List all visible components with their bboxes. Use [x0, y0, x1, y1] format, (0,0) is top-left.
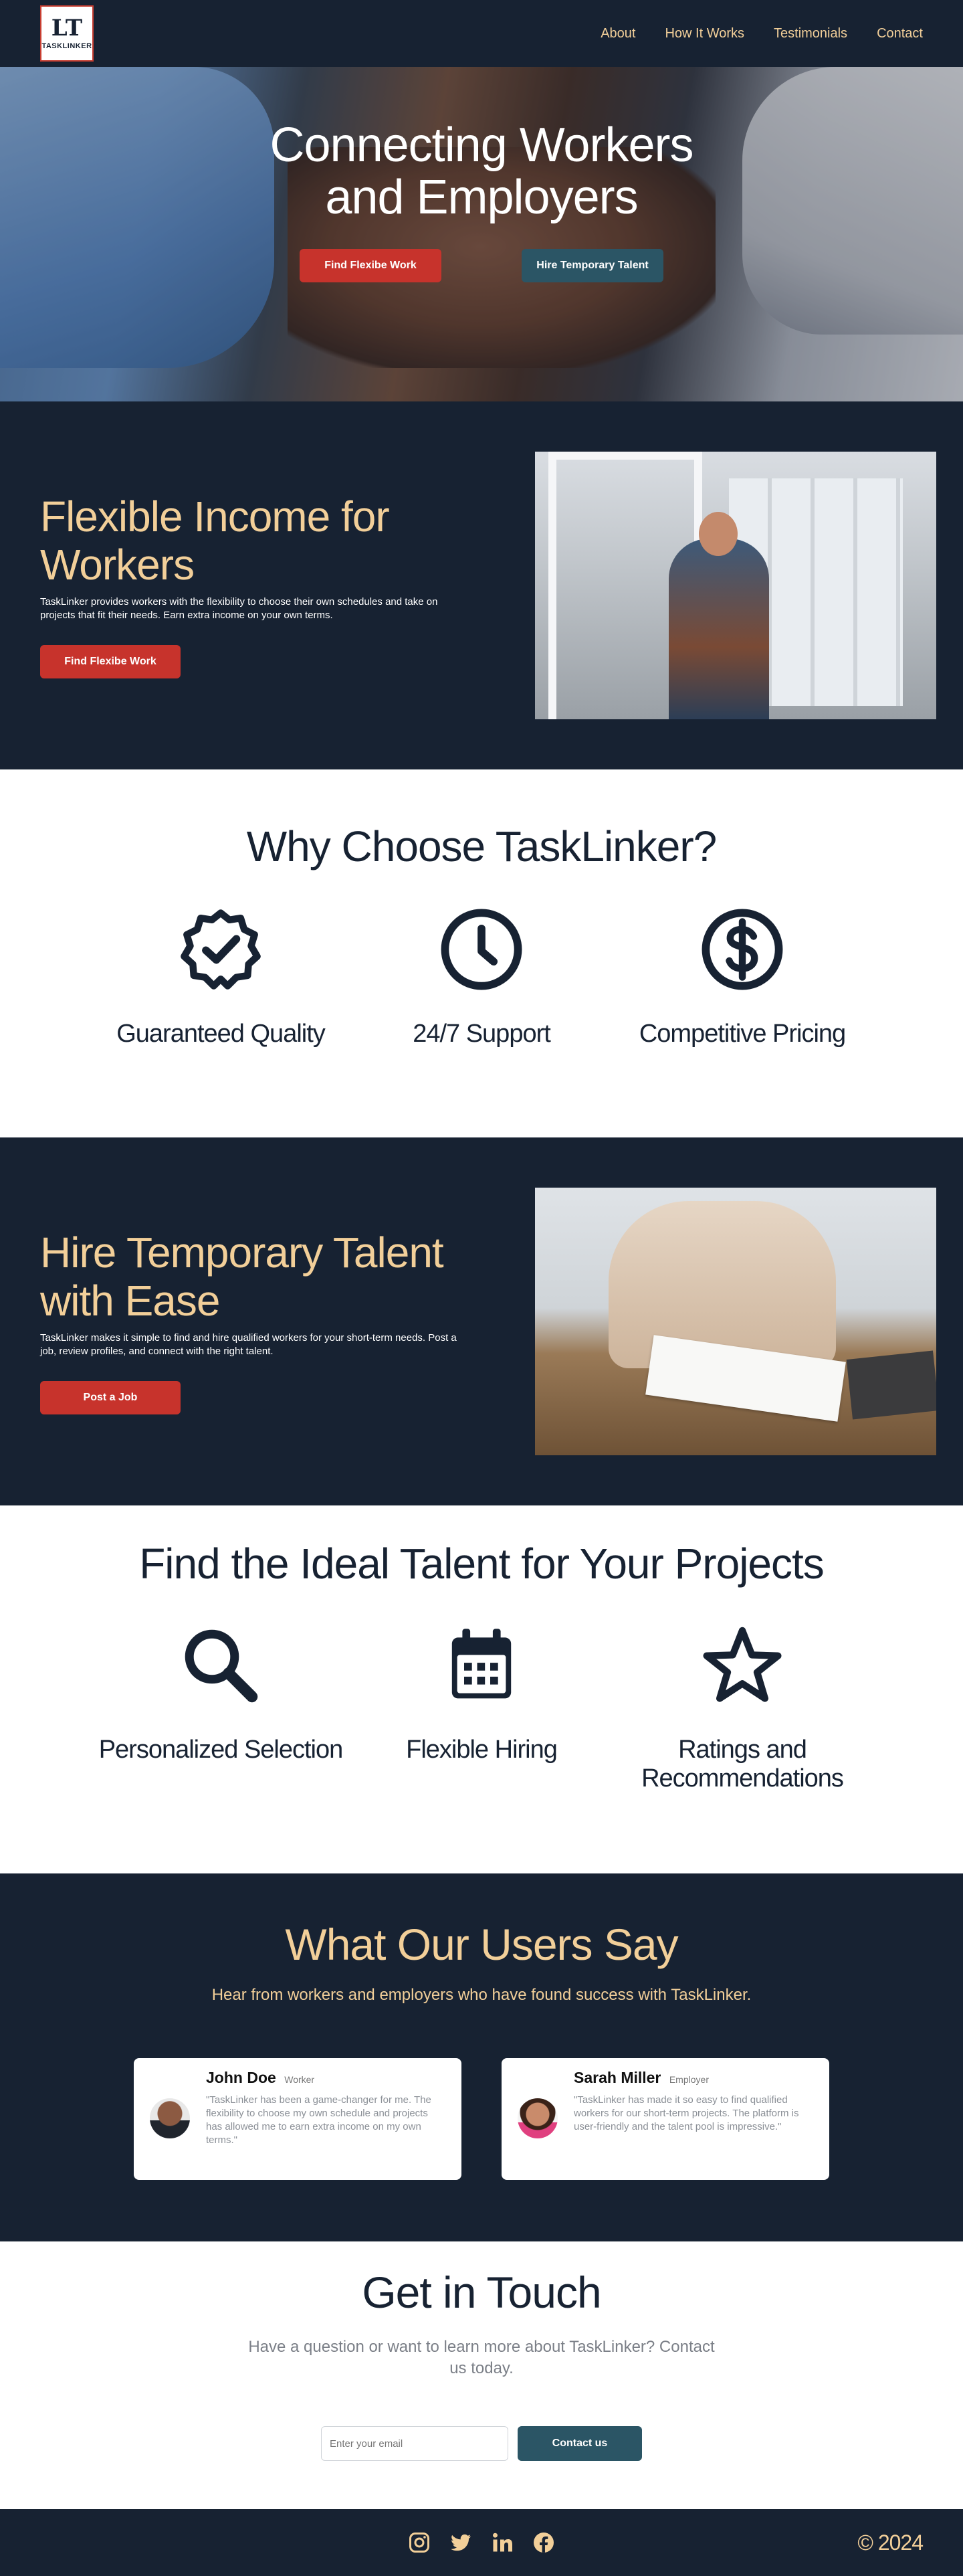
- post-job-button[interactable]: Post a Job: [40, 1381, 181, 1414]
- contact-title: Get in Touch: [362, 2268, 601, 2317]
- feature-label: Flexible Hiring: [406, 1736, 558, 1764]
- site-footer: © 2024: [0, 2509, 963, 2576]
- testimonials-subtitle: Hear from workers and employers who have…: [211, 1986, 752, 2004]
- logo[interactable]: LT TASKLINKER: [40, 5, 94, 62]
- feature-label: Ratings and Recommendations: [641, 1736, 844, 1792]
- contact-section: Get in Touch Have a question or want to …: [0, 2241, 963, 2509]
- badge-check-icon: [181, 909, 261, 990]
- search-icon: [185, 1629, 258, 1703]
- instagram-icon[interactable]: [407, 2531, 431, 2555]
- testimonials-section: What Our Users Say Hear from workers and…: [0, 1873, 963, 2241]
- workers-find-work-button[interactable]: Find Flexibe Work: [40, 645, 181, 678]
- testimonial-role: Worker: [284, 2074, 315, 2085]
- nav-about[interactable]: About: [601, 26, 635, 41]
- testimonial-quote: "TaskLinker has been a game-changer for …: [206, 2094, 431, 2146]
- why-title: Why Choose TaskLinker?: [246, 822, 718, 870]
- find-work-button[interactable]: Find Flexibe Work: [300, 249, 441, 282]
- worker-photo: [535, 452, 936, 719]
- email-field[interactable]: [321, 2426, 508, 2461]
- main-nav: About How It Works Testimonials Contact: [601, 26, 923, 41]
- clock-icon: [441, 909, 522, 990]
- hire-description: TaskLinker makes it simple to find and h…: [40, 1332, 457, 1357]
- feature-guaranteed-quality: Guaranteed Quality: [90, 906, 351, 1048]
- feature-personalized-selection: Personalized Selection: [90, 1622, 351, 1793]
- logo-mark: LT: [51, 15, 83, 41]
- feature-competitive-pricing: Competitive Pricing: [612, 906, 873, 1048]
- logo-wordmark: TASKLINKER: [41, 42, 92, 50]
- feature-flexible-hiring: Flexible Hiring: [351, 1622, 612, 1793]
- copyright: © 2024: [857, 2530, 924, 2555]
- testimonial-name: John Doe: [206, 2069, 276, 2086]
- calendar-icon: [451, 1629, 512, 1699]
- contact-subtitle: Have a question or want to learn more ab…: [248, 2338, 715, 2377]
- testimonial-card: Sarah Miller Employer "TaskLinker has ma…: [502, 2058, 829, 2180]
- workers-title: Flexible Income for Workers: [40, 492, 390, 589]
- twitter-icon[interactable]: [449, 2531, 473, 2555]
- testimonials-title: What Our Users Say: [285, 1920, 678, 1969]
- workers-description: TaskLinker provides workers with the fle…: [40, 596, 438, 621]
- nav-how-it-works[interactable]: How It Works: [665, 26, 744, 41]
- feature-ratings: Ratings and Recommendations: [612, 1622, 873, 1793]
- hire-talent-button[interactable]: Hire Temporary Talent: [522, 249, 663, 282]
- feature-label: Personalized Selection: [98, 1736, 344, 1764]
- testimonial-name: Sarah Miller: [574, 2069, 661, 2086]
- testimonial-card: John Doe Worker "TaskLinker has been a g…: [134, 2058, 461, 2180]
- hire-section: Hire Temporary Talent with Ease TaskLink…: [0, 1137, 963, 1505]
- feature-label: Guaranteed Quality: [116, 1020, 326, 1048]
- nav-testimonials[interactable]: Testimonials: [774, 26, 847, 41]
- testimonial-quote: "TaskLinker has made it so easy to find …: [574, 2094, 799, 2132]
- site-header: LT TASKLINKER About How It Works Testimo…: [0, 0, 963, 67]
- hero-title: Connecting Workers and Employers: [270, 118, 694, 224]
- hero-section: Connecting Workers and Employers Find Fl…: [0, 67, 963, 401]
- facebook-icon[interactable]: [532, 2531, 556, 2555]
- avatar: [150, 2098, 190, 2138]
- social-links: [407, 2531, 556, 2555]
- contact-button[interactable]: Contact us: [518, 2426, 642, 2461]
- find-talent-section: Find the Ideal Talent for Your Projects …: [0, 1505, 963, 1873]
- linkedin-icon[interactable]: [490, 2531, 514, 2555]
- find-title: Find the Ideal Talent for Your Projects: [139, 1540, 825, 1588]
- feature-label: 24/7 Support: [413, 1020, 551, 1048]
- nav-contact[interactable]: Contact: [877, 26, 923, 41]
- dollar-icon: [702, 909, 783, 990]
- testimonial-role: Employer: [669, 2074, 709, 2085]
- contact-form: Contact us: [0, 2426, 963, 2461]
- hire-title: Hire Temporary Talent with Ease: [40, 1228, 444, 1325]
- star-icon: [703, 1627, 782, 1702]
- avatar: [518, 2098, 558, 2138]
- feature-support: 24/7 Support: [351, 906, 612, 1048]
- employer-photo: [535, 1188, 936, 1455]
- feature-label: Competitive Pricing: [639, 1020, 846, 1048]
- why-section: Why Choose TaskLinker? Guaranteed Qualit…: [0, 769, 963, 1137]
- workers-section: Flexible Income for Workers TaskLinker p…: [0, 401, 963, 769]
